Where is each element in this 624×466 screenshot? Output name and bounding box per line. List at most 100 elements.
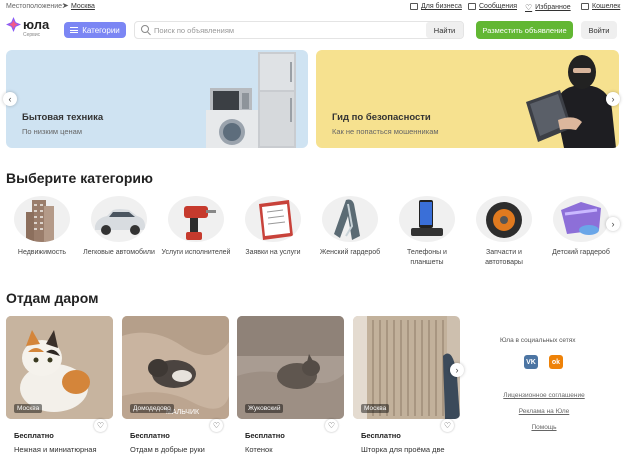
- category-label: Телефоны и планшеты: [407, 249, 447, 266]
- banner-next-button[interactable]: ›: [606, 92, 620, 106]
- listing-city: Москва: [361, 404, 390, 413]
- messages-link[interactable]: Сообщения: [468, 3, 517, 10]
- category-womens-wardrobe[interactable]: Женский гардероб: [313, 196, 387, 258]
- banner-subtitle: По низким ценам: [22, 127, 82, 136]
- categories-button[interactable]: Категории: [64, 22, 126, 38]
- search-button[interactable]: Найти: [426, 22, 463, 38]
- listing-title[interactable]: Шторка для проёма две: [361, 445, 461, 454]
- hacker-image: [526, 55, 616, 148]
- category-label: Запчасти и автотовары: [485, 249, 523, 266]
- category-label: Недвижимость: [17, 249, 67, 256]
- wallet-link-label: Кошелек: [592, 3, 621, 10]
- category-image: [91, 196, 147, 242]
- category-image: [553, 196, 609, 242]
- category-image: [245, 196, 301, 242]
- license-agreement-link[interactable]: Лицензионное соглашение: [489, 392, 599, 399]
- category-services[interactable]: Услуги исполнителей: [159, 196, 233, 258]
- categories-button-label: Категории: [82, 25, 120, 35]
- favorite-heart-icon[interactable]: ♡: [210, 419, 223, 432]
- banner-title: Бытовая техника: [22, 112, 104, 123]
- banner-prev-button[interactable]: ‹: [3, 92, 17, 106]
- location-city-link[interactable]: Москва: [71, 3, 95, 10]
- giveaway-heading: Отдам даром: [6, 290, 99, 306]
- drill-icon: [184, 206, 216, 240]
- search-input[interactable]: [154, 22, 424, 38]
- social-title: Юла в социальных сетях: [500, 337, 576, 344]
- favorites-link-label: Избранное: [535, 4, 571, 11]
- wheel-icon: [486, 202, 522, 238]
- category-label: Заявки на услуги: [245, 249, 301, 256]
- listing-title[interactable]: Отдам в добрые руки: [130, 445, 230, 454]
- favorite-heart-icon[interactable]: ♡: [441, 419, 454, 432]
- phone-icon: [411, 200, 443, 236]
- location-label: Местоположение:: [6, 3, 65, 10]
- business-link-label: Для бизнеса: [421, 3, 462, 10]
- listing-title[interactable]: Нежная и миниатюрная: [14, 445, 114, 454]
- vk-icon[interactable]: VK: [524, 355, 538, 369]
- category-real-estate[interactable]: Недвижимость: [5, 196, 79, 258]
- category-label: Женский гардероб: [319, 249, 381, 256]
- listing-card[interactable]: Жуковский ♡ Бесплатно Котенок: [237, 316, 344, 466]
- listing-title[interactable]: Котенок: [245, 445, 345, 454]
- top-bar: Местоположение: ➤ Москва Для бизнеса Соо…: [0, 0, 624, 14]
- heart-icon: ♡: [525, 3, 533, 12]
- listing-city: Домодедово: [130, 404, 174, 413]
- chevron-right-icon: ›: [455, 364, 459, 375]
- listing-price: Бесплатно: [361, 431, 401, 440]
- wallet-icon: [581, 3, 589, 10]
- messages-link-label: Сообщения: [479, 3, 517, 10]
- clipboard-icon: [259, 200, 293, 240]
- favorite-heart-icon[interactable]: ♡: [94, 419, 107, 432]
- briefcase-icon: [410, 3, 418, 10]
- favorite-heart-icon[interactable]: ♡: [325, 419, 338, 432]
- building-icon: [26, 200, 54, 242]
- safety-guide-banner[interactable]: Гид по безопасности Как не попасться мош…: [316, 50, 619, 148]
- listing-card[interactable]: Москва ♡ Бесплатно Шторка для проёма две: [353, 316, 460, 466]
- category-image: [14, 196, 70, 242]
- search-icon: [141, 25, 149, 33]
- logo-icon[interactable]: [6, 17, 21, 32]
- category-image: [168, 196, 224, 242]
- wallet-link[interactable]: Кошелек: [581, 3, 620, 10]
- category-service-requests[interactable]: Заявки на услуги: [236, 196, 310, 258]
- appliances-image: [206, 52, 296, 148]
- scarf-icon: [334, 199, 360, 240]
- chevron-right-icon: ›: [611, 218, 615, 229]
- category-label: Легковые автомобили: [83, 249, 155, 256]
- kids-clothes-icon: [561, 202, 601, 235]
- chevron-right-icon: ›: [611, 93, 615, 104]
- category-image: [476, 196, 532, 242]
- category-label: Услуги исполнителей: [161, 249, 231, 256]
- listing-price: Бесплатно: [245, 431, 285, 440]
- login-button[interactable]: Войти: [581, 21, 617, 39]
- categories-heading: Выберите категорию: [6, 170, 153, 186]
- category-auto-parts[interactable]: Запчасти и автотовары: [467, 196, 541, 268]
- listing-price: Бесплатно: [130, 431, 170, 440]
- advertising-link[interactable]: Реклама на Юле: [489, 408, 599, 415]
- logo-subtitle: Сервис: [23, 32, 41, 38]
- menu-icon: [70, 27, 79, 33]
- favorites-link[interactable]: ♡ Избранное: [525, 3, 571, 12]
- listing-city: Москва: [14, 404, 43, 413]
- listing-city: Жуковский: [245, 404, 284, 413]
- banner-subtitle: Как не попасться мошенникам: [332, 127, 439, 136]
- listings-next-button[interactable]: ›: [450, 363, 464, 377]
- help-link[interactable]: Помощь: [489, 424, 599, 431]
- listing-price: Бесплатно: [14, 431, 54, 440]
- appliances-banner[interactable]: Бытовая техника По низким ценам: [6, 50, 308, 148]
- category-cars[interactable]: Легковые автомобили: [82, 196, 156, 258]
- message-icon: [468, 3, 476, 10]
- category-phones[interactable]: Телефоны и планшеты: [390, 196, 464, 268]
- listing-card[interactable]: Москва ♡ Бесплатно Нежная и миниатюрная: [6, 316, 113, 466]
- logo-text[interactable]: юла: [23, 17, 49, 32]
- car-icon: [95, 209, 145, 235]
- business-link[interactable]: Для бизнеса: [410, 3, 462, 10]
- post-ad-button[interactable]: Разместить объявление: [476, 21, 573, 39]
- odnoklassniki-icon[interactable]: ok: [549, 355, 563, 369]
- category-label: Детский гардероб: [552, 249, 610, 256]
- banner-title: Гид по безопасности: [332, 112, 431, 123]
- category-image: [322, 196, 378, 242]
- listing-card[interactable]: МАЛЬЧИК Домодедово ♡ Бесплатно Отдам в д…: [122, 316, 229, 466]
- categories-next-button[interactable]: ›: [606, 217, 620, 231]
- category-image: [399, 196, 455, 242]
